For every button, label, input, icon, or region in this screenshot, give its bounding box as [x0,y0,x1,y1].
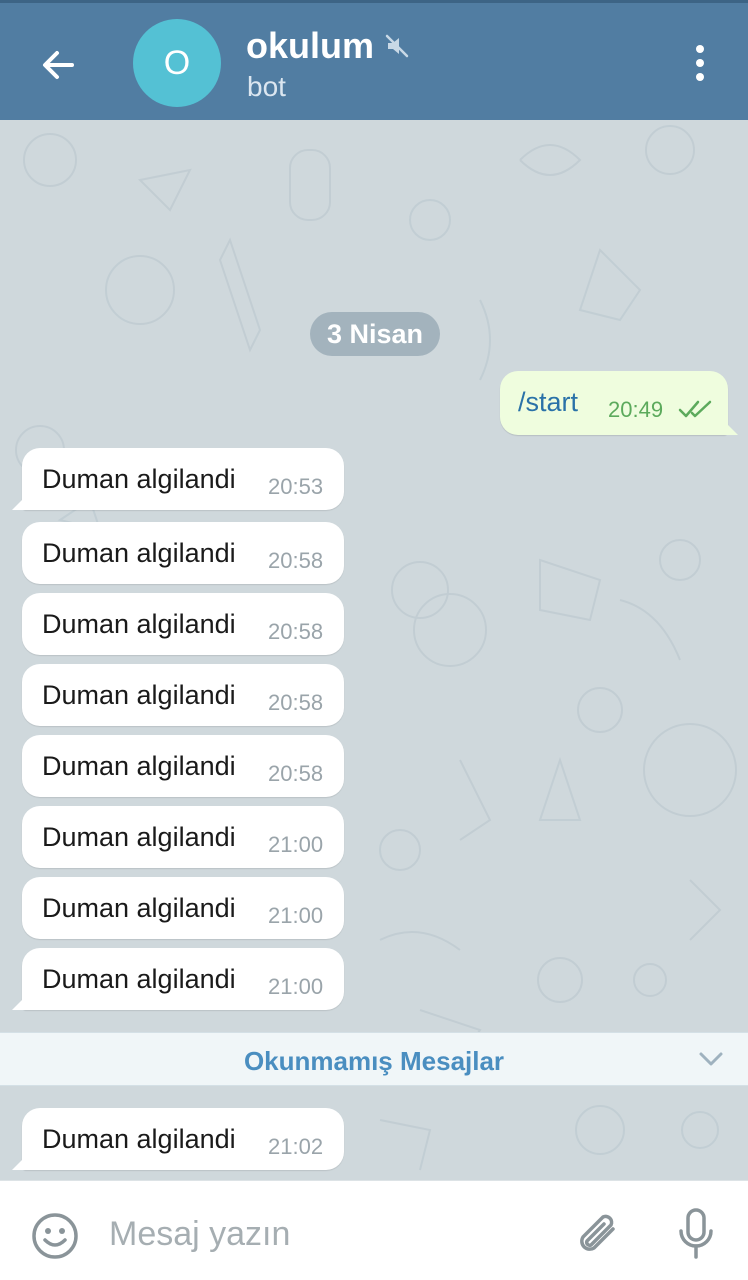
chat-header: O okulum bot [0,0,748,120]
message-text: Duman algilandi [42,964,236,994]
chat-title-area[interactable]: okulum [246,25,410,67]
incoming-message[interactable]: Duman algilandi 20:53 [12,448,344,510]
message-time: 21:00 [268,832,324,857]
menu-dot [696,73,704,81]
message-time: 20:58 [268,548,324,573]
chevron-down-icon[interactable] [697,1049,725,1069]
arrow-left-icon [43,51,74,79]
message-input[interactable]: Mesaj yazın [109,1215,290,1254]
double-check-icon [678,400,712,418]
message-time: 21:00 [268,974,324,999]
message-time: 20:53 [268,474,324,499]
message-time: 20:58 [268,761,324,786]
message-time: 20:49 [608,397,664,422]
incoming-message[interactable]: Duman algilandi 20:58 [22,664,344,726]
message-composer: Mesaj yazın [0,1180,748,1280]
more-options-button[interactable] [680,41,720,85]
chat-subtitle: bot [247,71,286,102]
incoming-message[interactable]: Duman algilandi 21:00 [22,877,344,939]
emoji-icon[interactable] [30,1211,80,1261]
message-text: /start [518,387,579,417]
message-text: Duman algilandi [42,751,236,781]
message-time: 21:02 [268,1134,324,1159]
back-button[interactable] [30,37,86,93]
message-time: 21:00 [268,903,324,928]
avatar[interactable]: O [133,19,221,107]
unread-messages-label: Okunmamış Mesajlar [243,1046,505,1076]
more-vertical-icon [696,45,704,53]
incoming-message[interactable]: Duman algilandi 20:58 [22,522,344,584]
message-text: Duman algilandi [42,609,236,639]
outgoing-message[interactable]: /start 20:49 [500,371,738,435]
menu-dot [696,59,704,67]
paperclip-icon[interactable] [575,1209,623,1261]
message-text: Duman algilandi [42,464,236,494]
microphone-icon[interactable] [676,1207,716,1261]
muted-speaker-icon [385,34,409,58]
incoming-message[interactable]: Duman algilandi 20:58 [22,735,344,797]
avatar-letter: O [163,43,191,82]
incoming-message[interactable]: Duman algilandi 21:00 [12,948,344,1010]
incoming-message[interactable]: Duman algilandi 20:58 [22,593,344,655]
message-time: 20:58 [268,619,324,644]
message-text: Duman algilandi [42,538,236,568]
chat-title: okulum [246,25,375,66]
date-divider: 3 Nisan [310,312,440,356]
message-text: Duman algilandi [42,680,236,710]
incoming-message[interactable]: Duman algilandi 21:00 [22,806,344,868]
message-list[interactable]: 3 Nisan /start 20:49 Duman algilandi 20:… [0,120,748,1180]
message-text: Duman algilandi [42,1124,236,1154]
incoming-message[interactable]: Duman algilandi 21:02 [12,1108,344,1170]
message-text: Duman algilandi [42,822,236,852]
message-time: 20:58 [268,690,324,715]
message-text: Duman algilandi [42,893,236,923]
unread-messages-divider: Okunmamış Mesajlar [0,1032,748,1086]
